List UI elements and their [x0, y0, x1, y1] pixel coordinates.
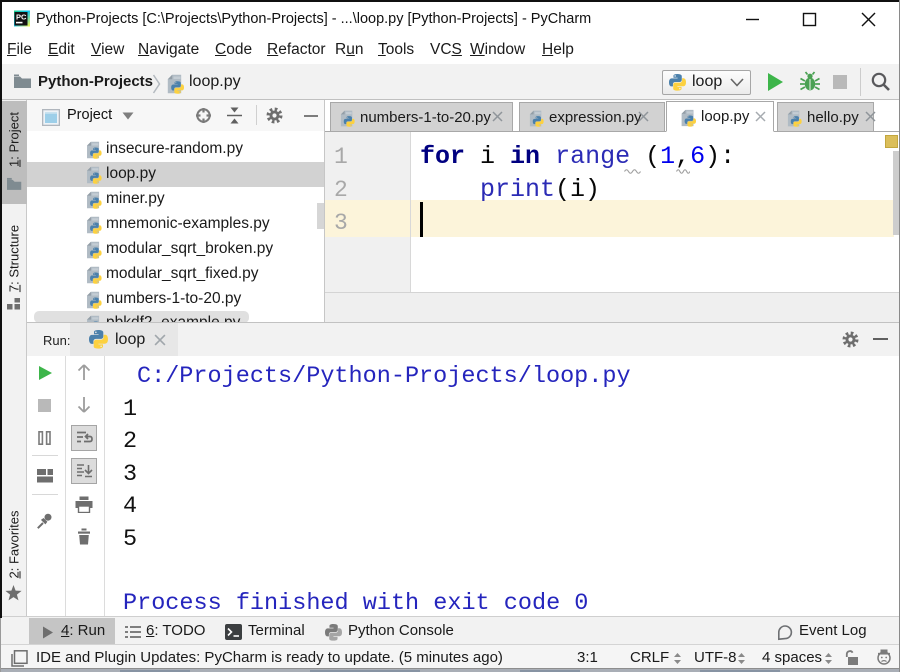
svg-text:PC: PC [16, 13, 27, 22]
